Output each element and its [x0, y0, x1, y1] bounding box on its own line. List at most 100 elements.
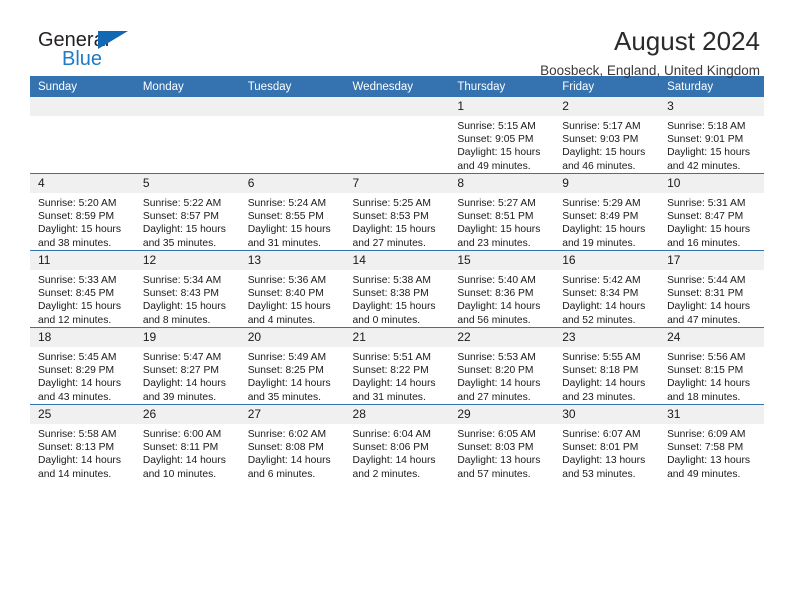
sunset-time: Sunset: 8:51 PM	[457, 211, 534, 223]
day-sun-info: Sunrise: 5:56 AM Sunset: 8:15 PM Daylight:…	[659, 347, 764, 404]
title-block: August 2024 Boosbeck, England, United Ki…	[150, 26, 762, 80]
calendar-day-cell[interactable]: 14 Sunrise: 5:38 AM Sunset: 8:38 PM Dayligh…	[344, 250, 450, 328]
daylight-duration-line2: and 47 minutes.	[667, 314, 741, 326]
daylight-duration-line2: and 23 minutes.	[457, 237, 531, 249]
sunrise-time: Sunrise: 5:27 AM	[457, 198, 536, 209]
calendar-day-cell[interactable]: 31 Sunrise: 6:09 AM Sunset: 7:58 PM Dayligh…	[659, 404, 764, 481]
daylight-duration-line2: and 42 minutes.	[667, 160, 741, 172]
calendar-day-cell[interactable]: 29 Sunrise: 6:05 AM Sunset: 8:03 PM Dayligh…	[449, 404, 555, 481]
calendar-day-cell[interactable]: 6 Sunrise: 5:24 AM Sunset: 8:55 PM Daylight…	[239, 173, 345, 251]
calendar-day-cell[interactable]: 15 Sunrise: 5:40 AM Sunset: 8:36 PM Dayligh…	[449, 250, 555, 328]
calendar-day-cell[interactable]: 19 Sunrise: 5:47 AM Sunset: 8:27 PM Dayligh…	[134, 327, 240, 405]
sunset-time: Sunset: 8:29 PM	[38, 365, 115, 377]
daylight-duration-line1: Daylight: 14 hours	[38, 378, 121, 390]
page-subtitle: Boosbeck, England, United Kingdom	[540, 63, 760, 78]
calendar-day-cell[interactable]: 18 Sunrise: 5:45 AM Sunset: 8:29 PM Dayligh…	[30, 327, 135, 405]
daylight-duration-line1: Daylight: 14 hours	[667, 301, 751, 313]
general-blue-logo[interactable]: General Blue	[30, 26, 150, 78]
daylight-duration-line2: and 4 minutes.	[247, 314, 316, 326]
calendar-day-cell[interactable]: 20 Sunrise: 5:49 AM Sunset: 8:25 PM Dayligh…	[239, 327, 345, 405]
calendar-day-cell[interactable]: 25 Sunrise: 5:58 AM Sunset: 8:13 PM Dayligh…	[30, 404, 135, 481]
day-number: 30	[554, 405, 660, 424]
daylight-duration-line2: and 46 minutes.	[562, 160, 636, 172]
day-sun-info: Sunrise: 5:36 AM Sunset: 8:40 PM Daylight:…	[240, 270, 345, 327]
calendar-day-cell[interactable]: 23 Sunrise: 5:55 AM Sunset: 8:18 PM Dayligh…	[554, 327, 660, 405]
calendar-day-cell[interactable]: 30 Sunrise: 6:07 AM Sunset: 8:01 PM Dayligh…	[554, 404, 660, 481]
daylight-duration-line2: and 8 minutes.	[142, 314, 211, 326]
sunset-time: Sunset: 8:55 PM	[247, 211, 324, 223]
day-sun-info: Sunrise: 6:00 AM Sunset: 8:11 PM Daylight:…	[135, 424, 240, 481]
calendar-day-cell[interactable]: 21 Sunrise: 5:51 AM Sunset: 8:22 PM Dayligh…	[344, 327, 450, 405]
sunset-time: Sunset: 8:15 PM	[667, 365, 744, 377]
calendar-day-cell[interactable]: 13 Sunrise: 5:36 AM Sunset: 8:40 PM Dayligh…	[239, 250, 345, 328]
sunrise-time: Sunrise: 5:20 AM	[38, 198, 117, 209]
day-number: 16	[554, 251, 660, 270]
day-number	[239, 97, 345, 116]
sunset-time: Sunset: 8:01 PM	[562, 442, 639, 454]
daylight-duration-line2: and 56 minutes.	[457, 314, 531, 326]
sunset-time: Sunset: 7:58 PM	[667, 442, 744, 454]
day-sun-info: Sunrise: 5:18 AM Sunset: 9:01 PM Daylight:…	[659, 116, 764, 173]
calendar-day-cell[interactable]: 27 Sunrise: 6:02 AM Sunset: 8:08 PM Dayligh…	[239, 404, 345, 481]
daylight-duration-line2: and 0 minutes.	[352, 314, 421, 326]
calendar-day-cell[interactable]: 16 Sunrise: 5:42 AM Sunset: 8:34 PM Dayligh…	[554, 250, 660, 328]
sunset-time: Sunset: 8:36 PM	[457, 288, 534, 300]
sunrise-time: Sunrise: 5:33 AM	[38, 275, 117, 286]
daylight-duration-line2: and 53 minutes.	[562, 468, 636, 480]
daylight-duration-line1: Daylight: 13 hours	[667, 455, 751, 467]
daylight-duration-line1: Daylight: 14 hours	[38, 455, 121, 467]
sunrise-time: Sunrise: 5:18 AM	[667, 121, 746, 132]
sunrise-time: Sunrise: 5:31 AM	[667, 198, 746, 209]
sunset-time: Sunset: 8:03 PM	[457, 442, 534, 454]
calendar-day-cell[interactable]: 7 Sunrise: 5:25 AM Sunset: 8:53 PM Daylight…	[344, 173, 450, 251]
page-header: General Blue August 2024 Boosbeck, Engla…	[30, 0, 762, 78]
sunset-time: Sunset: 8:49 PM	[562, 211, 639, 223]
calendar-day-cell[interactable]: 9 Sunrise: 5:29 AM Sunset: 8:49 PM Daylight…	[554, 173, 660, 251]
calendar-day-cell[interactable]: 3 Sunrise: 5:18 AM Sunset: 9:01 PM Daylight…	[659, 97, 764, 174]
sunset-time: Sunset: 8:22 PM	[352, 365, 429, 377]
calendar-day-cell[interactable]: 8 Sunrise: 5:27 AM Sunset: 8:51 PM Daylight…	[449, 173, 555, 251]
sunset-time: Sunset: 8:57 PM	[142, 211, 219, 223]
daylight-duration-line2: and 43 minutes.	[38, 391, 112, 403]
calendar-day-cell[interactable]: 5 Sunrise: 5:22 AM Sunset: 8:57 PM Daylight…	[134, 173, 240, 251]
sunrise-time: Sunrise: 5:34 AM	[142, 275, 222, 286]
day-sun-info: Sunrise: 5:42 AM Sunset: 8:34 PM Daylight:…	[554, 270, 659, 327]
sunset-time: Sunset: 9:01 PM	[667, 134, 744, 146]
day-number: 15	[449, 251, 555, 270]
calendar-week-row: 4 Sunrise: 5:20 AM Sunset: 8:59 PM Daylight…	[30, 173, 764, 251]
calendar-day-cell[interactable]: 17 Sunrise: 5:44 AM Sunset: 8:31 PM Dayligh…	[659, 250, 764, 328]
daylight-duration-line2: and 10 minutes.	[142, 468, 217, 480]
calendar-day-cell[interactable]: 11 Sunrise: 5:33 AM Sunset: 8:45 PM Dayligh…	[30, 250, 135, 328]
daylight-duration-line1: Daylight: 15 hours	[352, 224, 436, 236]
calendar-week-row: 18 Sunrise: 5:45 AM Sunset: 8:29 PM Dayligh…	[30, 327, 764, 405]
day-sun-info: Sunrise: 5:33 AM Sunset: 8:45 PM Daylight:…	[30, 270, 135, 327]
calendar-week-row: 1 Sunrise: 5:15 AM Sunset: 9:05 PM Daylight…	[30, 97, 764, 174]
calendar-day-cell[interactable]: 12 Sunrise: 5:34 AM Sunset: 8:43 PM Dayligh…	[134, 250, 240, 328]
calendar-day-cell[interactable]: 28 Sunrise: 6:04 AM Sunset: 8:06 PM Dayligh…	[344, 404, 450, 481]
daylight-duration-line2: and 35 minutes.	[247, 391, 321, 403]
sunset-time: Sunset: 9:03 PM	[562, 134, 639, 146]
calendar-day-cell[interactable]: 22 Sunrise: 5:53 AM Sunset: 8:20 PM Dayligh…	[449, 327, 555, 405]
day-number: 8	[449, 174, 555, 193]
sunrise-time: Sunrise: 5:40 AM	[457, 275, 536, 286]
calendar-day-cell[interactable]: 24 Sunrise: 5:56 AM Sunset: 8:15 PM Dayligh…	[659, 327, 764, 405]
calendar-day-cell[interactable]: 4 Sunrise: 5:20 AM Sunset: 8:59 PM Daylight…	[30, 173, 135, 251]
daylight-duration-line2: and 18 minutes.	[667, 391, 741, 403]
daylight-duration-line2: and 6 minutes.	[247, 468, 316, 480]
sunset-time: Sunset: 8:08 PM	[247, 442, 324, 454]
sunset-time: Sunset: 8:53 PM	[352, 211, 429, 223]
sunrise-time: Sunrise: 5:53 AM	[457, 352, 536, 363]
calendar-day-cell[interactable]: 2 Sunrise: 5:17 AM Sunset: 9:03 PM Daylight…	[554, 97, 660, 174]
day-number: 18	[30, 328, 135, 347]
sunrise-time: Sunrise: 6:05 AM	[457, 429, 536, 440]
sunrise-time: Sunrise: 5:29 AM	[562, 198, 641, 209]
daylight-duration-line2: and 39 minutes.	[142, 391, 217, 403]
calendar-day-cell[interactable]: 1 Sunrise: 5:15 AM Sunset: 9:05 PM Daylight…	[449, 97, 555, 174]
daylight-duration-line1: Daylight: 15 hours	[142, 224, 226, 236]
daylight-duration-line1: Daylight: 14 hours	[142, 455, 226, 467]
calendar-day-cell[interactable]: 10 Sunrise: 5:31 AM Sunset: 8:47 PM Dayligh…	[659, 173, 764, 251]
daylight-duration-line1: Daylight: 15 hours	[38, 224, 121, 236]
daylight-duration-line1: Daylight: 13 hours	[457, 455, 541, 467]
calendar-day-cell[interactable]: 26 Sunrise: 6:00 AM Sunset: 8:11 PM Dayligh…	[134, 404, 240, 481]
day-sun-info: Sunrise: 5:31 AM Sunset: 8:47 PM Daylight:…	[659, 193, 764, 250]
